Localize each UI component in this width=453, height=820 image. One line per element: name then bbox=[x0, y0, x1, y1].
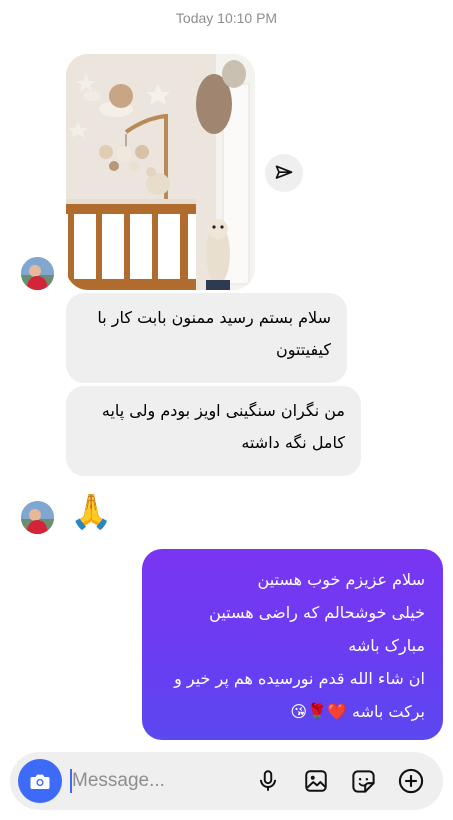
outgoing-line-1: سلام عزیزم خوب هستین bbox=[257, 570, 425, 589]
microphone-button[interactable] bbox=[253, 766, 283, 796]
plus-circle-icon bbox=[398, 768, 424, 794]
add-button[interactable] bbox=[396, 766, 426, 796]
camera-icon bbox=[30, 774, 50, 789]
gallery-button[interactable] bbox=[301, 766, 331, 796]
message-composer bbox=[10, 752, 443, 810]
sticker-button[interactable] bbox=[348, 766, 378, 796]
outgoing-message[interactable]: سلام عزیزم خوب هستین خیلی خوشحالم که راض… bbox=[142, 549, 443, 740]
avatar-image bbox=[21, 257, 54, 290]
incoming-message-1[interactable]: سلام بستم رسید ممنون بابت کار با کیفیتتو… bbox=[66, 293, 347, 383]
sticker-icon bbox=[351, 769, 375, 793]
image-icon bbox=[305, 770, 327, 792]
outgoing-line-3: مبارک باشه bbox=[348, 636, 425, 655]
outgoing-line-5: برکت باشه ❤️🌹😘 bbox=[290, 702, 425, 721]
message-input[interactable] bbox=[72, 764, 232, 798]
microphone-icon bbox=[259, 770, 277, 791]
avatar-image-2 bbox=[21, 501, 54, 534]
camera-button[interactable] bbox=[18, 759, 62, 803]
shared-photo[interactable] bbox=[66, 54, 255, 290]
sender-avatar-2[interactable] bbox=[21, 501, 54, 534]
outgoing-line-4: ان شاء الله قدم نورسیده هم پر خیر و bbox=[174, 669, 425, 688]
sender-avatar[interactable] bbox=[21, 257, 54, 290]
paper-plane-icon bbox=[275, 165, 293, 179]
share-button[interactable] bbox=[265, 154, 303, 192]
thread-timestamp: Today 10:10 PM bbox=[175, 10, 278, 26]
incoming-message-2[interactable]: من نگران سنگینی اویز بودم ولی پایه کامل … bbox=[66, 386, 361, 476]
emoji-message[interactable]: 🙏 bbox=[70, 492, 112, 532]
outgoing-line-2: خیلی خوشحالم که راضی هستین bbox=[209, 603, 425, 622]
nursery-photo-illustration bbox=[66, 54, 255, 290]
